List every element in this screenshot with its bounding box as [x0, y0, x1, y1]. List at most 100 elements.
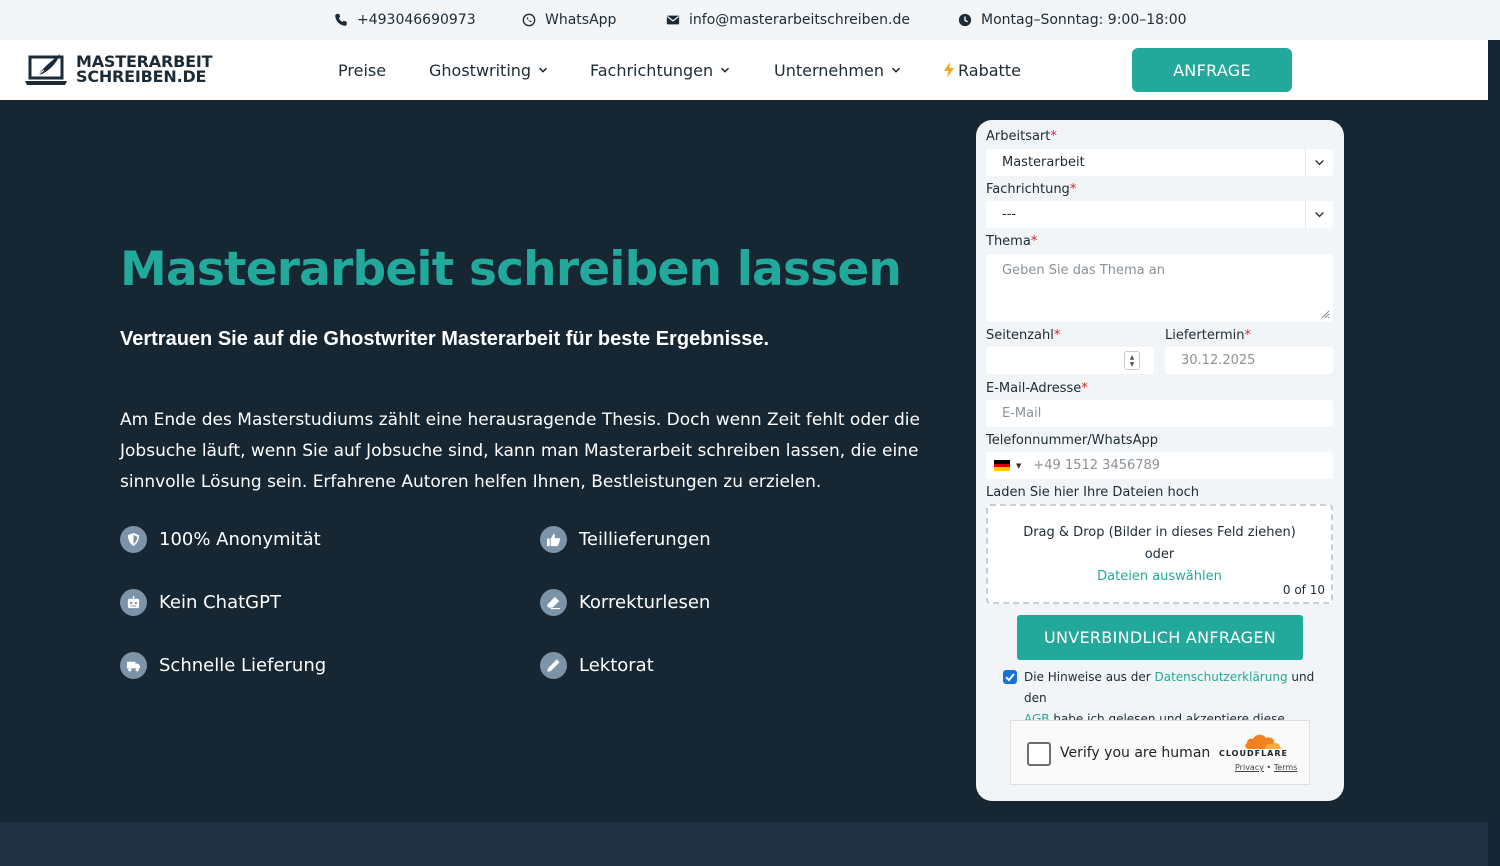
selected-value: ---: [1002, 207, 1017, 222]
email-label: E-Mail-Adresse*: [986, 381, 1088, 396]
email-address: info@masterarbeitschreiben.de: [689, 12, 910, 28]
label-text: Seitenzahl: [986, 328, 1054, 343]
chevron-down-icon: [721, 67, 730, 73]
chevron-down-icon: [1305, 201, 1333, 228]
cloudflare-cloud-icon: [1245, 734, 1281, 749]
logo-text: MASTERARBEIT SCHREIBEN.DE: [76, 54, 212, 86]
nav-item-unternehmen[interactable]: Unternehmen: [774, 40, 901, 100]
placeholder: Geben Sie das Thema an: [1002, 263, 1165, 278]
hero-subtitle: Vertrauen Sie auf die Ghostwriter Master…: [120, 328, 770, 350]
placeholder: E-Mail: [1002, 406, 1042, 421]
nav-label: Ghostwriting: [429, 60, 532, 80]
page-title: Masterarbeit schreiben lassen: [120, 242, 902, 297]
inquiry-form: Arbeitsart* Masterarbeit Fachrichtung* -…: [976, 120, 1344, 801]
liefertermin-label: Liefertermin*: [1165, 328, 1251, 343]
seitenzahl-input[interactable]: ▲ ▼: [986, 347, 1154, 374]
phone-icon: [335, 13, 347, 26]
country-selector[interactable]: ▼: [994, 460, 1021, 471]
scrollbar[interactable]: [1488, 40, 1500, 866]
feature-teillieferungen: Teillieferungen: [540, 526, 711, 553]
captcha-text: Verify you are human: [1060, 745, 1211, 761]
site-logo[interactable]: MASTERARBEIT SCHREIBEN.DE: [24, 51, 212, 87]
label-text: Liefertermin: [1165, 328, 1245, 343]
main-navigation: MASTERARBEIT SCHREIBEN.DE Preise Ghostwr…: [0, 40, 1488, 100]
feature-label: Teillieferungen: [579, 529, 711, 550]
pencil-icon: [540, 652, 567, 679]
nav-label: Preise: [338, 60, 387, 80]
choose-files-link[interactable]: Dateien auswählen: [988, 569, 1331, 584]
resize-handle-icon[interactable]: [1321, 310, 1330, 319]
shield-icon: [120, 526, 147, 553]
captcha-privacy-link[interactable]: Privacy: [1235, 763, 1264, 772]
anfrage-button[interactable]: ANFRAGE: [1132, 48, 1292, 92]
arbeitsart-label: Arbeitsart*: [986, 129, 1057, 144]
arbeitsart-select[interactable]: Masterarbeit: [986, 149, 1333, 176]
whatsapp-label: WhatsApp: [545, 12, 617, 28]
eraser-icon: [540, 589, 567, 616]
captcha-terms-link[interactable]: Terms: [1274, 763, 1298, 772]
feature-label: Lektorat: [579, 655, 654, 676]
chevron-down-icon: [891, 67, 900, 73]
fachrichtung-select[interactable]: ---: [986, 201, 1333, 228]
feature-label: Korrekturlesen: [579, 592, 711, 613]
opening-hours: Montag–Sonntag: 9:00–18:00: [958, 0, 1187, 40]
germany-flag-icon: [994, 460, 1010, 471]
seitenzahl-label: Seitenzahl*: [986, 328, 1061, 343]
nav-item-ghostwriting[interactable]: Ghostwriting: [429, 40, 548, 100]
label-text: E-Mail-Adresse: [986, 381, 1082, 396]
upload-label: Laden Sie hier Ihre Dateien hoch: [986, 485, 1200, 500]
thumbs-up-icon: [540, 526, 567, 553]
file-dropzone[interactable]: Drag & Drop (Bilder in dieses Feld ziehe…: [986, 504, 1333, 604]
nav-item-rabatte[interactable]: Rabatte: [941, 40, 1021, 100]
email-contact[interactable]: info@masterarbeitschreiben.de: [666, 0, 910, 40]
phone-number: +493046690973: [357, 12, 476, 28]
feature-label: Kein ChatGPT: [159, 592, 281, 613]
nav-item-fachrichtungen[interactable]: Fachrichtungen: [590, 40, 730, 100]
dropzone-instruction: Drag & Drop (Bilder in dieses Feld ziehe…: [1023, 525, 1296, 540]
label-text: Arbeitsart: [986, 129, 1051, 144]
nav-label: Fachrichtungen: [590, 60, 714, 80]
whatsapp-contact[interactable]: WhatsApp: [522, 0, 616, 40]
lightning-icon: [944, 62, 954, 78]
submit-button[interactable]: UNVERBINDLICH ANFRAGEN: [1017, 615, 1303, 660]
cloudflare-wordmark: CLOUDFLARE: [1219, 749, 1288, 758]
feature-kein-chatgpt: Kein ChatGPT: [120, 589, 281, 616]
logo-line-2: SCHREIBEN.DE: [76, 67, 207, 86]
consent-text-part: Die Hinweise aus der: [1024, 670, 1155, 684]
consent-checkbox[interactable]: [1003, 670, 1017, 684]
captcha-links: Privacy • Terms: [1235, 763, 1297, 772]
hero-description: Am Ende des Masterstudiums zählt eine he…: [120, 410, 920, 492]
fachrichtung-label: Fachrichtung*: [986, 182, 1077, 197]
feature-label: Schnelle Lieferung: [159, 655, 327, 676]
number-stepper-icon[interactable]: ▲ ▼: [1124, 351, 1140, 370]
captcha-checkbox[interactable]: [1027, 742, 1051, 766]
laptop-quill-logo-icon: [25, 54, 67, 85]
nav-item-preise[interactable]: Preise: [338, 40, 386, 100]
label-text: Fachrichtung: [986, 182, 1070, 197]
whatsapp-icon: [522, 13, 536, 27]
phone-contact[interactable]: +493046690973: [334, 0, 476, 40]
liefertermin-date-input[interactable]: 30.12.2025: [1165, 347, 1333, 374]
feature-label: 100% Anonymität: [159, 529, 321, 550]
nav-label: Rabatte: [958, 60, 1021, 80]
chevron-down-icon: [539, 67, 548, 73]
chevron-down-icon: [1305, 149, 1333, 176]
thema-textarea[interactable]: Geben Sie das Thema an: [986, 254, 1333, 322]
email-input[interactable]: E-Mail: [986, 400, 1333, 427]
next-section-edge: [0, 822, 1488, 866]
clock-icon: [958, 13, 972, 27]
privacy-policy-link[interactable]: Datenschutzerklärung: [1155, 670, 1288, 684]
caret-down-icon: ▼: [1016, 461, 1022, 470]
feature-anonymity: 100% Anonymität: [120, 526, 321, 553]
envelope-icon: [666, 15, 680, 25]
captcha-widget: Verify you are human CLOUDFLARE Privacy …: [1010, 720, 1310, 785]
placeholder: +49 1512 3456789: [1033, 458, 1161, 473]
telefon-label: Telefonnummer/WhatsApp: [986, 433, 1158, 448]
telefon-input[interactable]: ▼ +49 1512 3456789: [986, 452, 1333, 479]
file-count: 0 of 10: [1282, 583, 1325, 597]
placeholder: 30.12.2025: [1181, 353, 1256, 368]
label-text: Thema: [986, 234, 1031, 249]
hours-text: Montag–Sonntag: 9:00–18:00: [981, 12, 1187, 28]
truck-icon: [120, 652, 147, 679]
feature-korrekturlesen: Korrekturlesen: [540, 589, 710, 616]
